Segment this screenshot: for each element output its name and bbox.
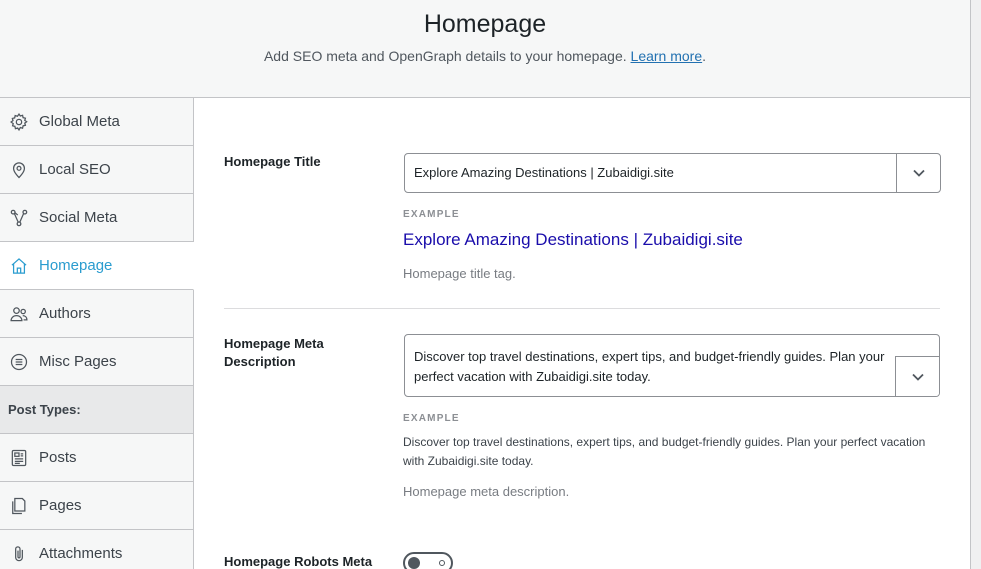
homepage-meta-example-tag: EXAMPLE <box>403 413 460 424</box>
sidebar-item-label: Social Meta <box>39 209 118 226</box>
map-pin-icon <box>8 159 30 181</box>
homepage-title-help: Homepage title tag. <box>403 266 516 281</box>
document-icon <box>8 447 30 469</box>
sidebar-section-label: Post Types: <box>8 402 81 417</box>
sidebar-item-social-meta[interactable]: Social Meta <box>0 194 193 242</box>
homepage-meta-label: Homepage Meta Description <box>224 336 324 369</box>
homepage-meta-value: Discover top travel destinations, expert… <box>414 349 885 384</box>
homepage-meta-preview: Discover top travel destinations, expert… <box>403 435 926 468</box>
homepage-title-label: Homepage Title <box>224 154 321 169</box>
settings-sidebar: Global Meta Local SEO Social Meta Homepa… <box>0 98 194 569</box>
sidebar-item-label: Misc Pages <box>39 353 117 370</box>
users-icon <box>8 303 30 325</box>
homepage-meta-textarea[interactable]: Discover top travel destinations, expert… <box>404 334 940 397</box>
homepage-meta-help: Homepage meta description. <box>403 484 570 499</box>
homepage-title-example-tag: EXAMPLE <box>403 209 460 220</box>
section-divider <box>224 308 940 309</box>
sidebar-item-local-seo[interactable]: Local SEO <box>0 146 193 194</box>
sidebar-item-label: Pages <box>39 497 82 514</box>
toggle-off-indicator <box>439 560 445 566</box>
homepage-title-input[interactable]: Explore Amazing Destinations | Zubaidigi… <box>404 153 941 193</box>
sidebar-item-label: Local SEO <box>39 161 111 178</box>
home-icon <box>8 255 30 277</box>
subtitle-text: Add SEO meta and OpenGraph details to yo… <box>263 48 627 64</box>
toggle-knob <box>408 557 420 569</box>
sidebar-item-label: Attachments <box>39 545 123 562</box>
homepage-robots-toggle[interactable] <box>403 552 453 569</box>
sidebar-section-post-types: Post Types: <box>0 386 193 434</box>
page-subtitle: Add SEO meta and OpenGraph details to yo… <box>263 48 707 64</box>
sidebar-item-pages[interactable]: Pages <box>0 482 193 530</box>
page-title: Homepage <box>423 10 547 38</box>
chevron-down-icon <box>912 169 925 177</box>
homepage-title-dropdown-button[interactable] <box>896 154 940 192</box>
sidebar-item-label: Posts <box>39 449 77 466</box>
homepage-title-value: Explore Amazing Destinations | Zubaidigi… <box>414 165 674 180</box>
page-header: Homepage Add SEO meta and OpenGraph deta… <box>0 0 970 98</box>
sidebar-item-global-meta[interactable]: Global Meta <box>0 98 193 146</box>
sidebar-item-posts[interactable]: Posts <box>0 434 193 482</box>
sidebar-item-label: Global Meta <box>39 113 120 130</box>
gear-icon <box>8 111 30 133</box>
sidebar-item-misc-pages[interactable]: Misc Pages <box>0 338 193 386</box>
right-scroll-edge <box>970 0 981 569</box>
chevron-down-icon <box>911 373 924 381</box>
settings-main-panel: Homepage Title Explore Amazing Destinati… <box>194 98 970 569</box>
sidebar-item-authors[interactable]: Authors <box>0 290 193 338</box>
learn-more-link[interactable]: Learn more <box>631 48 703 64</box>
paperclip-icon <box>8 543 30 565</box>
share-nodes-icon <box>8 207 30 229</box>
homepage-meta-dropdown-button[interactable] <box>895 356 939 396</box>
sidebar-item-attachments[interactable]: Attachments <box>0 530 193 569</box>
homepage-title-preview: Explore Amazing Destinations | Zubaidigi… <box>403 230 743 249</box>
pages-icon <box>8 495 30 517</box>
homepage-robots-label: Homepage Robots Meta <box>224 554 373 569</box>
list-circle-icon <box>8 351 30 373</box>
sidebar-item-label: Authors <box>39 305 91 322</box>
sidebar-item-label: Homepage <box>39 257 113 274</box>
sidebar-item-homepage[interactable]: Homepage <box>0 242 194 290</box>
